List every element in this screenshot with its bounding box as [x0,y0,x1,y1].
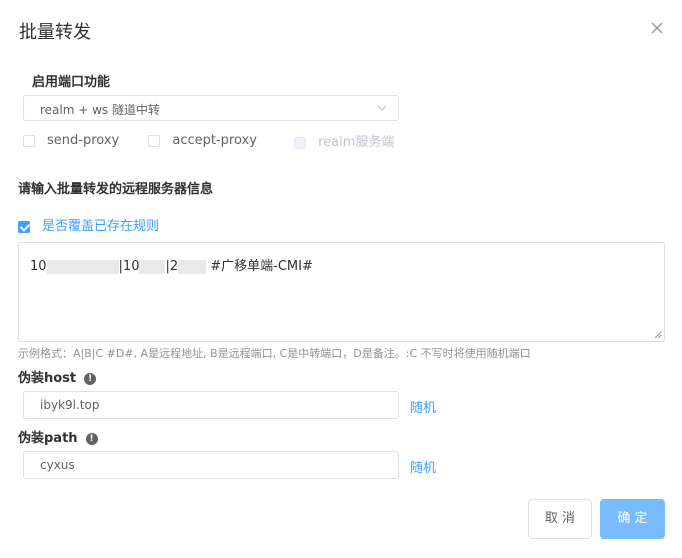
overwrite-checkbox[interactable] [18,220,30,233]
resize-handle-icon[interactable] [654,331,662,339]
realm-server-label: realm服务端 [318,135,395,150]
fake-path-label-row: 伪装path! [18,427,98,446]
port-options-row: send-proxy accept-proxy realm服务端 [23,131,394,150]
redacted-block [139,259,166,274]
port-function-select[interactable]: realm + ws 隧道中转 [23,95,399,121]
fake-host-input[interactable]: ibyk9l.top [23,391,399,419]
dialog-title: 批量转发 [19,22,91,43]
textarea-text-part3: |2 [165,259,179,274]
format-hint: 示例格式：A|B|C #D#, A是远程地址, B是远程端口, C是中转端口，D… [18,347,531,360]
realm-server-checkbox [294,136,307,149]
fake-path-random-link[interactable]: 随机 [410,457,436,476]
remote-info-textarea[interactable]: 10 |10 |2 #广移单端-CMI# [18,242,665,342]
accept-proxy-option[interactable]: accept-proxy [148,133,257,148]
chevron-down-icon [377,105,387,111]
fake-host-label-row: 伪装host! [18,367,97,386]
overwrite-option[interactable]: 是否覆盖已存在规则 [18,215,159,234]
textarea-text-part1: 10 [30,259,47,274]
port-function-value: realm + ws 隧道中转 [40,103,160,117]
send-proxy-checkbox[interactable] [23,134,35,147]
fake-host-value: ibyk9l.top [40,398,100,412]
realm-server-option: realm服务端 [294,131,394,150]
accept-proxy-checkbox[interactable] [148,134,161,147]
fake-path-label: 伪装path [18,431,78,446]
textarea-text-part4: #广移单端-CMI# [210,259,313,274]
info-icon: ! [85,432,98,445]
overwrite-label: 是否覆盖已存在规则 [42,219,160,234]
cancel-button[interactable]: 取 消 [528,499,592,539]
fake-host-random-link[interactable]: 随机 [410,397,436,416]
remote-info-label: 请输入批量转发的远程服务器信息 [18,182,214,197]
redacted-block [46,259,119,274]
info-icon: ! [84,372,97,385]
fake-path-input[interactable]: cyxus [23,451,399,479]
textarea-text-part2: |10 [118,259,140,274]
fake-path-value: cyxus [40,458,75,472]
redacted-block [178,259,207,274]
confirm-button[interactable]: 确 定 [600,499,665,539]
accept-proxy-label: accept-proxy [172,133,257,148]
send-proxy-option[interactable]: send-proxy [23,133,119,148]
send-proxy-label: send-proxy [47,133,120,148]
port-function-label: 启用端口功能 [32,75,111,90]
fake-host-label: 伪装host [18,371,77,386]
close-icon[interactable] [648,19,666,37]
